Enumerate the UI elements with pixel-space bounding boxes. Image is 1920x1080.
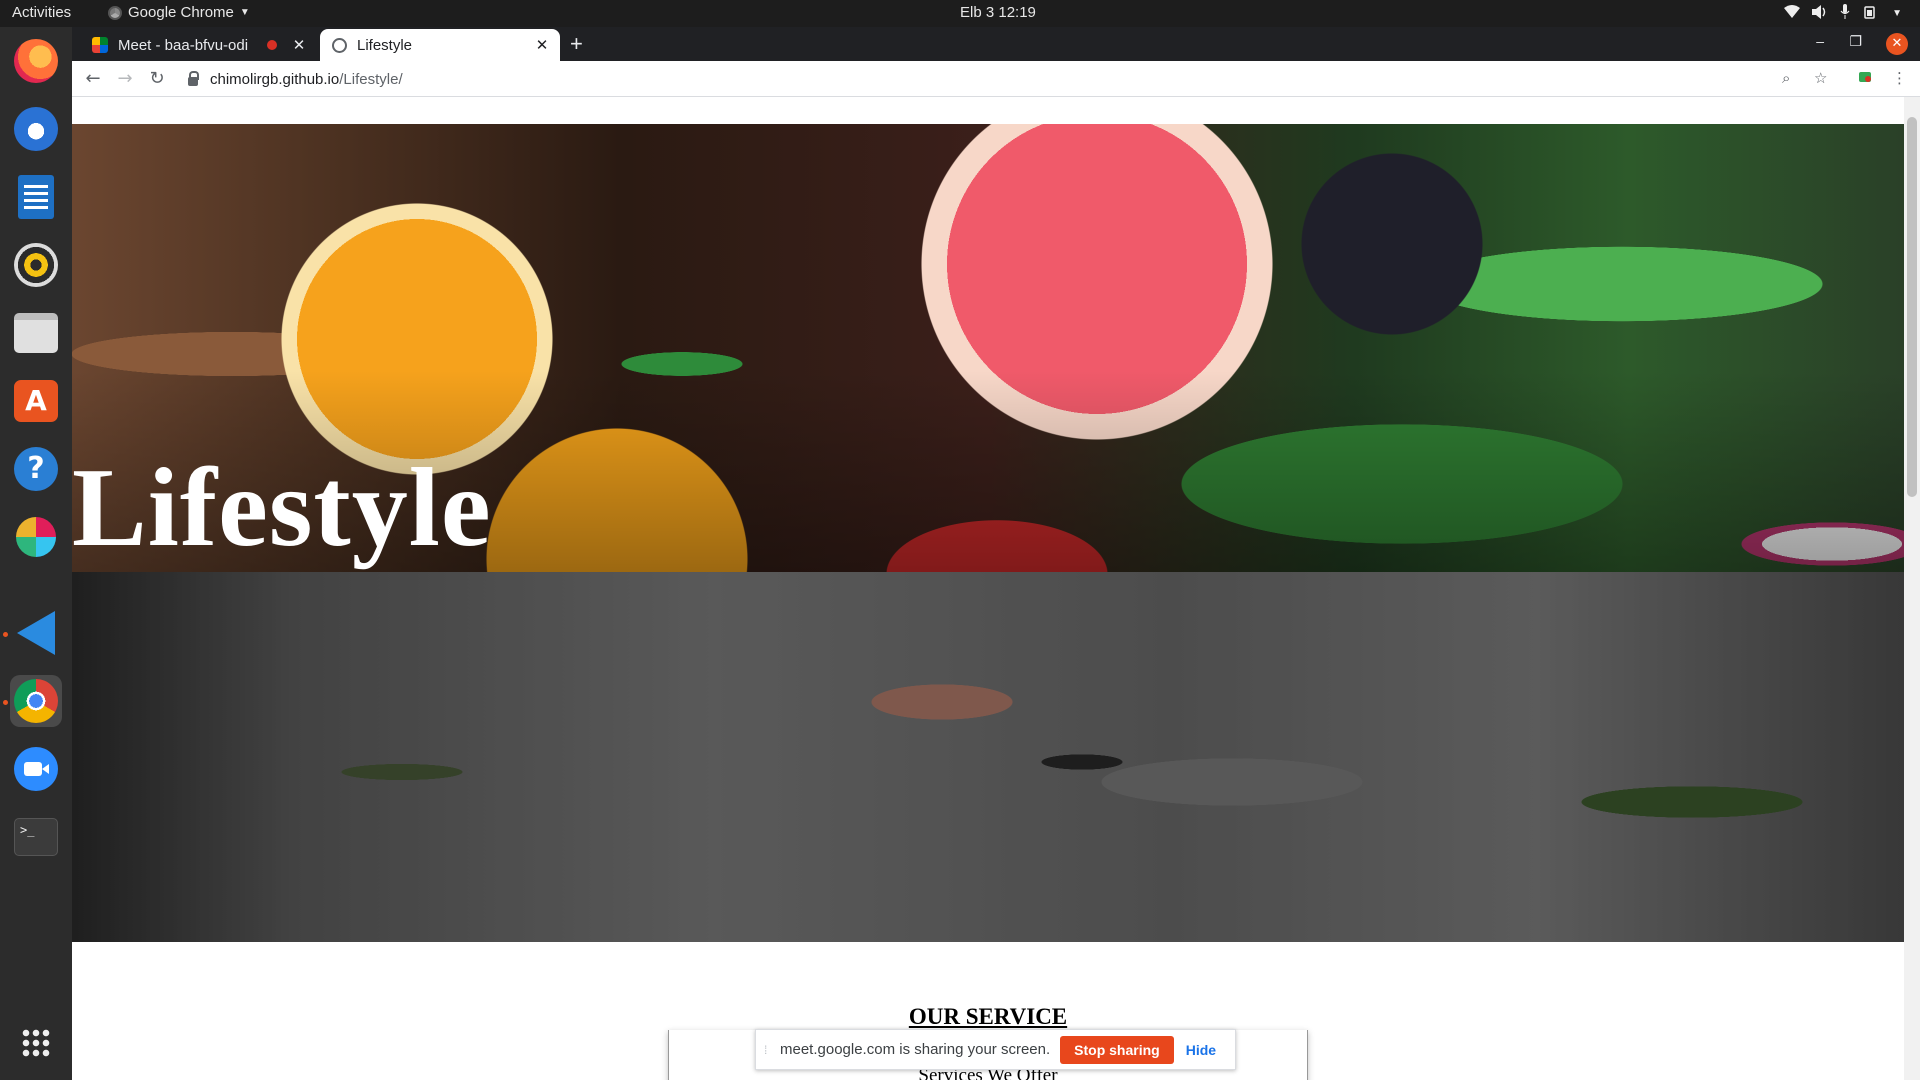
address-bar[interactable]: chimolirgb.github.io/Lifestyle/ bbox=[180, 64, 1880, 94]
libreoffice-writer-icon bbox=[18, 175, 54, 219]
section-heading-text: OUR SERVICE bbox=[908, 1004, 1068, 1029]
extension-icon[interactable] bbox=[1858, 69, 1872, 87]
files-icon bbox=[14, 313, 58, 353]
stop-sharing-button[interactable]: Stop sharing bbox=[1060, 1035, 1174, 1064]
clock[interactable]: Elb 3 12:19 bbox=[960, 4, 1036, 21]
firefox-icon bbox=[14, 39, 58, 83]
volume-icon bbox=[1812, 4, 1828, 22]
drag-handle-icon[interactable]: ⁞ bbox=[764, 1043, 774, 1057]
dock-files[interactable] bbox=[10, 307, 62, 359]
tab-meet[interactable]: Meet - baa-bfvu-odi ✕ bbox=[80, 29, 317, 61]
dock-help[interactable]: ? bbox=[10, 443, 62, 495]
scrollbar[interactable] bbox=[1904, 97, 1920, 1080]
hide-button[interactable]: Hide bbox=[1186, 1042, 1216, 1058]
thunderbird-icon bbox=[14, 107, 58, 151]
software-center-icon: A bbox=[14, 380, 58, 422]
reload-icon[interactable]: ↻ bbox=[144, 66, 170, 92]
url-host: chimolirgb.github.io bbox=[210, 70, 340, 88]
tab-title: Meet - baa-bfvu-odi bbox=[118, 36, 249, 54]
rhythmbox-icon bbox=[14, 243, 58, 287]
chrome-icon bbox=[14, 679, 58, 723]
microphone-icon bbox=[1840, 4, 1850, 22]
bookmark-star-icon[interactable]: ☆ bbox=[1814, 69, 1827, 87]
battery-icon bbox=[1862, 5, 1880, 22]
dock-firefox[interactable] bbox=[10, 35, 62, 87]
zoom-icon[interactable]: ⌕ bbox=[1782, 69, 1790, 87]
close-window-button[interactable]: ✕ bbox=[1886, 33, 1908, 55]
tab-lifestyle[interactable]: Lifestyle ✕ bbox=[320, 29, 560, 61]
dock-chrome[interactable] bbox=[10, 675, 62, 727]
system-top-bar: Activities Google Chrome ▼ Elb 3 12:19 ▼ bbox=[0, 0, 1920, 27]
recording-indicator-icon bbox=[267, 40, 277, 50]
vscode-icon bbox=[17, 611, 55, 655]
page-viewport: Lifestyle OUR SERVICE Services We Offer bbox=[72, 97, 1920, 1080]
running-indicator bbox=[3, 700, 8, 705]
app-menu[interactable]: Google Chrome ▼ bbox=[108, 4, 250, 21]
browser-toolbar: ← → ↻ chimolirgb.github.io/Lifestyle/ ⌕ … bbox=[72, 61, 1920, 97]
dock: A ? >_ bbox=[0, 27, 72, 1080]
close-tab-icon[interactable]: ✕ bbox=[289, 36, 309, 54]
dock-slack[interactable] bbox=[10, 511, 62, 563]
back-arrow-icon[interactable]: ← bbox=[80, 66, 106, 92]
dock-software[interactable]: A bbox=[10, 375, 62, 427]
running-indicator bbox=[3, 632, 8, 637]
url-path: /Lifestyle/ bbox=[339, 70, 403, 88]
lock-icon[interactable] bbox=[188, 70, 199, 86]
dock-terminal[interactable]: >_ bbox=[10, 811, 62, 863]
hero-yoga-image bbox=[72, 572, 1904, 942]
power-menu-chevron-icon: ▼ bbox=[1892, 7, 1902, 19]
globe-favicon bbox=[332, 37, 347, 53]
wifi-icon bbox=[1784, 5, 1801, 21]
section-heading: OUR SERVICE bbox=[72, 1004, 1904, 1030]
dock-thunderbird[interactable] bbox=[10, 103, 62, 155]
app-menu-label: Google Chrome bbox=[128, 4, 234, 21]
dock-show-apps[interactable] bbox=[10, 1017, 62, 1069]
close-tab-icon[interactable]: ✕ bbox=[532, 36, 552, 54]
menu-kebab-icon[interactable]: ⋮ bbox=[1892, 69, 1907, 87]
zoom-icon bbox=[14, 747, 58, 791]
tab-strip: Meet - baa-bfvu-odi ✕ Lifestyle ✕ + – ❐ … bbox=[72, 27, 1920, 61]
chrome-mini-icon bbox=[108, 5, 122, 20]
help-icon: ? bbox=[14, 447, 58, 491]
restore-window-button[interactable]: ❐ bbox=[1849, 33, 1862, 50]
activities-button[interactable]: Activities bbox=[12, 4, 71, 21]
tab-title: Lifestyle bbox=[357, 36, 413, 54]
dock-rhythmbox[interactable] bbox=[10, 239, 62, 291]
dock-writer[interactable] bbox=[10, 171, 62, 223]
forward-arrow-icon[interactable]: → bbox=[112, 66, 138, 92]
dock-vscode[interactable] bbox=[10, 607, 62, 659]
hero-food-image: Lifestyle bbox=[72, 124, 1904, 572]
slack-icon bbox=[16, 517, 56, 557]
dock-zoom[interactable] bbox=[10, 743, 62, 795]
hero-title: Lifestyle bbox=[72, 446, 492, 570]
share-message: meet.google.com is sharing your screen. bbox=[780, 1041, 1051, 1058]
screen-share-bar: ⁞ meet.google.com is sharing your screen… bbox=[755, 1029, 1236, 1070]
system-tray[interactable]: ▼ bbox=[1784, 4, 1902, 22]
chevron-down-icon: ▼ bbox=[239, 7, 250, 18]
app-grid-icon bbox=[21, 1028, 51, 1058]
scrollbar-thumb[interactable] bbox=[1907, 117, 1917, 497]
terminal-icon: >_ bbox=[14, 818, 58, 856]
minimize-window-button[interactable]: – bbox=[1816, 33, 1824, 49]
google-meet-favicon bbox=[92, 37, 108, 53]
new-tab-button[interactable]: + bbox=[570, 31, 583, 57]
